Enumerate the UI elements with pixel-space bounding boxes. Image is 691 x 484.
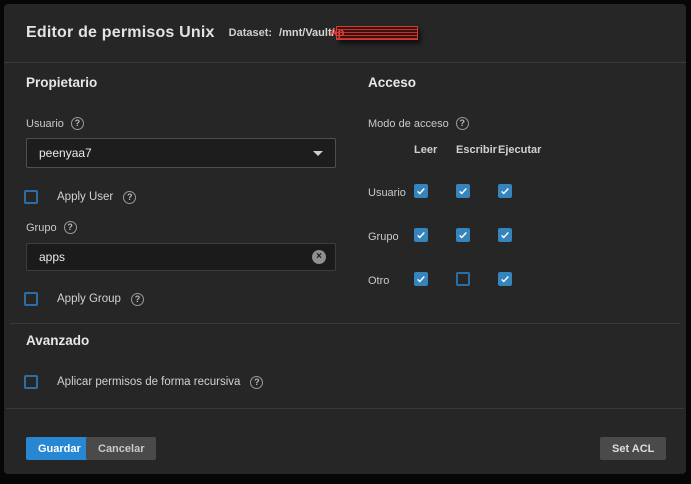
check-icon bbox=[459, 188, 467, 195]
row-label-user: Usuario bbox=[368, 187, 406, 199]
other-write-checkbox[interactable] bbox=[456, 271, 470, 286]
group-input[interactable]: apps × bbox=[26, 243, 336, 271]
access-section-heading: Acceso bbox=[368, 75, 417, 90]
dialog-header: Editor de permisos Unix Dataset: /mnt/Va… bbox=[4, 4, 686, 63]
set-acl-button[interactable]: Set ACL bbox=[600, 437, 667, 460]
chevron-down-icon bbox=[313, 150, 323, 156]
footer-divider bbox=[6, 408, 684, 409]
recursive-row: Aplicar permisos de forma recursiva ? bbox=[24, 375, 264, 389]
dataset-info: Dataset: /mnt/Vault/Ap bbox=[229, 26, 418, 40]
check-icon bbox=[417, 276, 425, 283]
recursive-label: Aplicar permisos de forma recursiva bbox=[57, 376, 241, 388]
user-execute-checkbox[interactable] bbox=[498, 184, 512, 198]
matrix-row-other: Otro bbox=[368, 270, 540, 292]
check-icon bbox=[459, 232, 467, 239]
apply-user-checkbox[interactable] bbox=[24, 190, 38, 204]
group-input-value: apps bbox=[39, 250, 66, 264]
column-header-write: Escribir bbox=[456, 144, 497, 156]
user-label-text: Usuario bbox=[26, 117, 64, 130]
check-icon bbox=[501, 232, 509, 239]
apply-group-label: Apply Group bbox=[57, 293, 121, 305]
user-select[interactable]: peenyaa7 bbox=[26, 138, 336, 168]
help-icon[interactable]: ? bbox=[70, 117, 84, 130]
dataset-redaction: Ap bbox=[330, 26, 418, 40]
check-icon bbox=[501, 188, 509, 195]
dataset-redaction-visible-text: Ap bbox=[329, 27, 345, 39]
access-mode-label: Modo de acceso ? bbox=[368, 117, 469, 130]
group-field-label: Grupo ? bbox=[26, 221, 77, 234]
owner-section-heading: Propietario bbox=[26, 75, 98, 90]
row-label-other: Otro bbox=[368, 275, 390, 287]
matrix-row-group: Grupo bbox=[368, 226, 540, 248]
group-label-text: Grupo bbox=[26, 221, 57, 234]
recursive-checkbox[interactable] bbox=[24, 375, 38, 389]
group-write-checkbox[interactable] bbox=[456, 228, 470, 242]
column-header-read: Leer bbox=[414, 144, 438, 156]
page-title: Editor de permisos Unix bbox=[26, 24, 215, 41]
apply-group-checkbox[interactable] bbox=[24, 292, 38, 306]
unix-permissions-dialog: Editor de permisos Unix Dataset: /mnt/Va… bbox=[4, 4, 686, 474]
group-execute-checkbox[interactable] bbox=[498, 228, 512, 242]
apply-user-row: Apply User ? bbox=[24, 190, 137, 204]
help-icon[interactable]: ? bbox=[250, 375, 264, 389]
user-read-checkbox[interactable] bbox=[414, 184, 428, 198]
dataset-path: /mnt/Vault/ bbox=[279, 27, 335, 39]
dataset-label: Dataset: bbox=[228, 27, 273, 39]
check-icon bbox=[501, 276, 509, 283]
cancel-button[interactable]: Cancelar bbox=[86, 437, 157, 460]
help-icon[interactable]: ? bbox=[63, 221, 77, 234]
apply-user-label: Apply User bbox=[57, 191, 114, 203]
matrix-header: Leer Escribir Ejecutar bbox=[414, 144, 542, 160]
matrix-row-user: Usuario bbox=[368, 182, 540, 204]
group-read-checkbox[interactable] bbox=[414, 228, 428, 242]
user-write-checkbox[interactable] bbox=[456, 184, 470, 198]
check-icon bbox=[417, 188, 425, 195]
advanced-section-heading: Avanzado bbox=[26, 333, 90, 348]
help-icon[interactable]: ? bbox=[123, 190, 137, 204]
permissions-matrix: Leer Escribir Ejecutar Usuario Grupo Otr… bbox=[368, 144, 542, 292]
help-icon[interactable]: ? bbox=[455, 117, 469, 130]
help-icon[interactable]: ? bbox=[130, 292, 144, 306]
row-label-group: Grupo bbox=[368, 231, 399, 243]
apply-group-row: Apply Group ? bbox=[24, 292, 144, 306]
check-icon bbox=[417, 232, 425, 239]
access-mode-text: Modo de acceso bbox=[368, 117, 449, 130]
clear-icon[interactable]: × bbox=[312, 250, 326, 264]
save-button[interactable]: Guardar bbox=[26, 437, 93, 460]
user-select-value: peenyaa7 bbox=[39, 146, 92, 160]
section-divider bbox=[10, 323, 680, 324]
user-field-label: Usuario ? bbox=[26, 117, 84, 130]
other-execute-checkbox[interactable] bbox=[498, 272, 512, 286]
other-read-checkbox[interactable] bbox=[414, 272, 428, 286]
column-header-execute: Ejecutar bbox=[498, 144, 542, 156]
